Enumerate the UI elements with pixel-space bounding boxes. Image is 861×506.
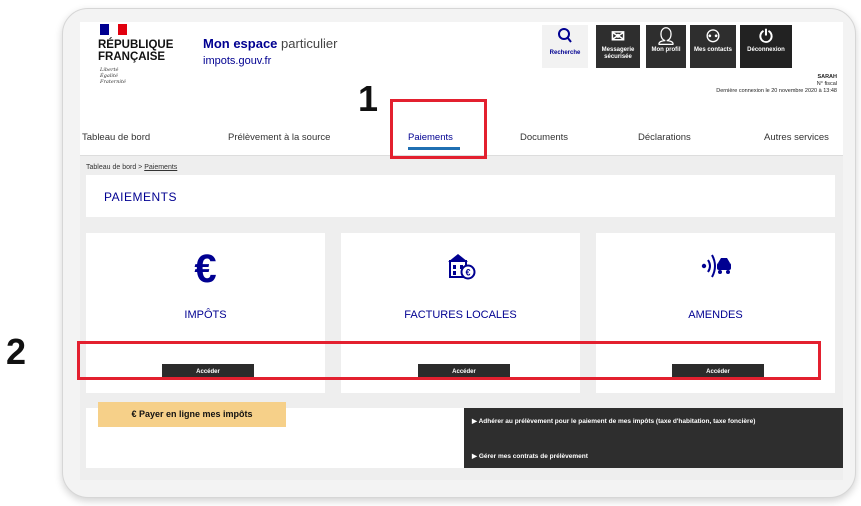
tab-dashboard[interactable]: Tableau de bord [82, 132, 150, 143]
card-amendes-label: AMENDES [688, 309, 743, 321]
manage-contracts-link[interactable]: ▶ Gérer mes contrats de prélèvement [472, 452, 588, 460]
prelevement-links-box: ▶ Adhérer au prélèvement pour le paiemen… [464, 408, 843, 468]
messaging-button[interactable]: ✉ Messagerie sécurisée [596, 25, 640, 68]
contacts-button[interactable]: ⚇ Mes contacts [690, 25, 736, 68]
power-icon: ⏻ [759, 27, 773, 46]
adhere-prelevement-text: Adhérer au prélèvement pour le paiement … [478, 418, 756, 425]
breadcrumb-current[interactable]: Paiements [144, 164, 177, 171]
profile-label: Mon profil [651, 47, 681, 53]
user-info: SARAH N° fiscal Dernière connexion le 20… [716, 74, 837, 95]
page-title: PAIEMENTS [104, 190, 177, 204]
search-button[interactable]: Recherche [542, 25, 588, 68]
annotation-box-1 [390, 99, 487, 159]
annotation-number-1: 1 [358, 78, 379, 119]
breadcrumb: Tableau de bord > Paiements [86, 164, 177, 171]
manage-contracts-text: Gérer mes contrats de prélèvement [478, 453, 588, 460]
republic-line2: FRANÇAISE [98, 51, 166, 63]
tab-documents[interactable]: Documents [520, 132, 568, 143]
search-icon [542, 27, 588, 50]
logout-button[interactable]: ⏻ Déconnexion [740, 25, 792, 68]
adhere-prelevement-link[interactable]: ▶ Adhérer au prélèvement pour le paiemen… [472, 417, 834, 426]
republic-motto: Liberté Égalité Fraternité [100, 67, 126, 85]
tab-other-services[interactable]: Autres services [764, 132, 829, 143]
site-title-light: particulier [281, 36, 338, 51]
republic-line1: RÉPUBLIQUE [98, 39, 174, 51]
fiscal-number: N° fiscal [816, 81, 837, 87]
search-label: Recherche [549, 50, 581, 56]
payer-euro-icon: € [131, 409, 137, 419]
republic-name: RÉPUBLIQUE FRANÇAISE [98, 39, 173, 63]
site-title-bold: Mon espace [203, 36, 278, 51]
payer-label: Payer en ligne mes impôts [138, 409, 253, 419]
logout-label: Déconnexion [747, 47, 785, 53]
profile-button[interactable]: 👤︎ Mon profil [646, 25, 686, 68]
annotation-box-2 [77, 341, 821, 380]
tab-declarations[interactable]: Déclarations [638, 132, 691, 143]
site-url[interactable]: impots.gouv.fr [203, 55, 271, 67]
contacts-label: Mes contacts [693, 47, 732, 53]
page-title-card: PAIEMENTS [86, 175, 835, 217]
card-impots-label: IMPÔTS [184, 309, 227, 321]
user-icon: 👤︎ [655, 27, 677, 46]
pay-online-button[interactable]: € Payer en ligne mes impôts [98, 402, 286, 427]
mail-lock-icon: ✉ [610, 27, 626, 46]
last-login: Dernière connexion le 20 novembre 2020 à… [716, 88, 837, 94]
euro-icon: € [194, 247, 217, 291]
site-title[interactable]: Mon espace particulier [203, 36, 337, 51]
user-name: SARAH [817, 74, 837, 80]
messaging-label: Messagerie sécurisée [601, 47, 635, 60]
annotation-number-2: 2 [6, 331, 27, 372]
breadcrumb-separator: > [138, 164, 143, 171]
card-factures-label: FACTURES LOCALES [404, 309, 517, 321]
marianne-logo [100, 24, 128, 35]
breadcrumb-home[interactable]: Tableau de bord [86, 164, 136, 171]
building-euro-icon: € [341, 251, 580, 286]
motto-fraternite: Fraternité [100, 79, 126, 85]
tab-prelevement-source[interactable]: Prélèvement à la source [228, 132, 330, 143]
svg-text:€: € [465, 268, 470, 278]
contacts-icon: ⚇ [705, 27, 721, 46]
car-radar-icon [596, 251, 835, 286]
